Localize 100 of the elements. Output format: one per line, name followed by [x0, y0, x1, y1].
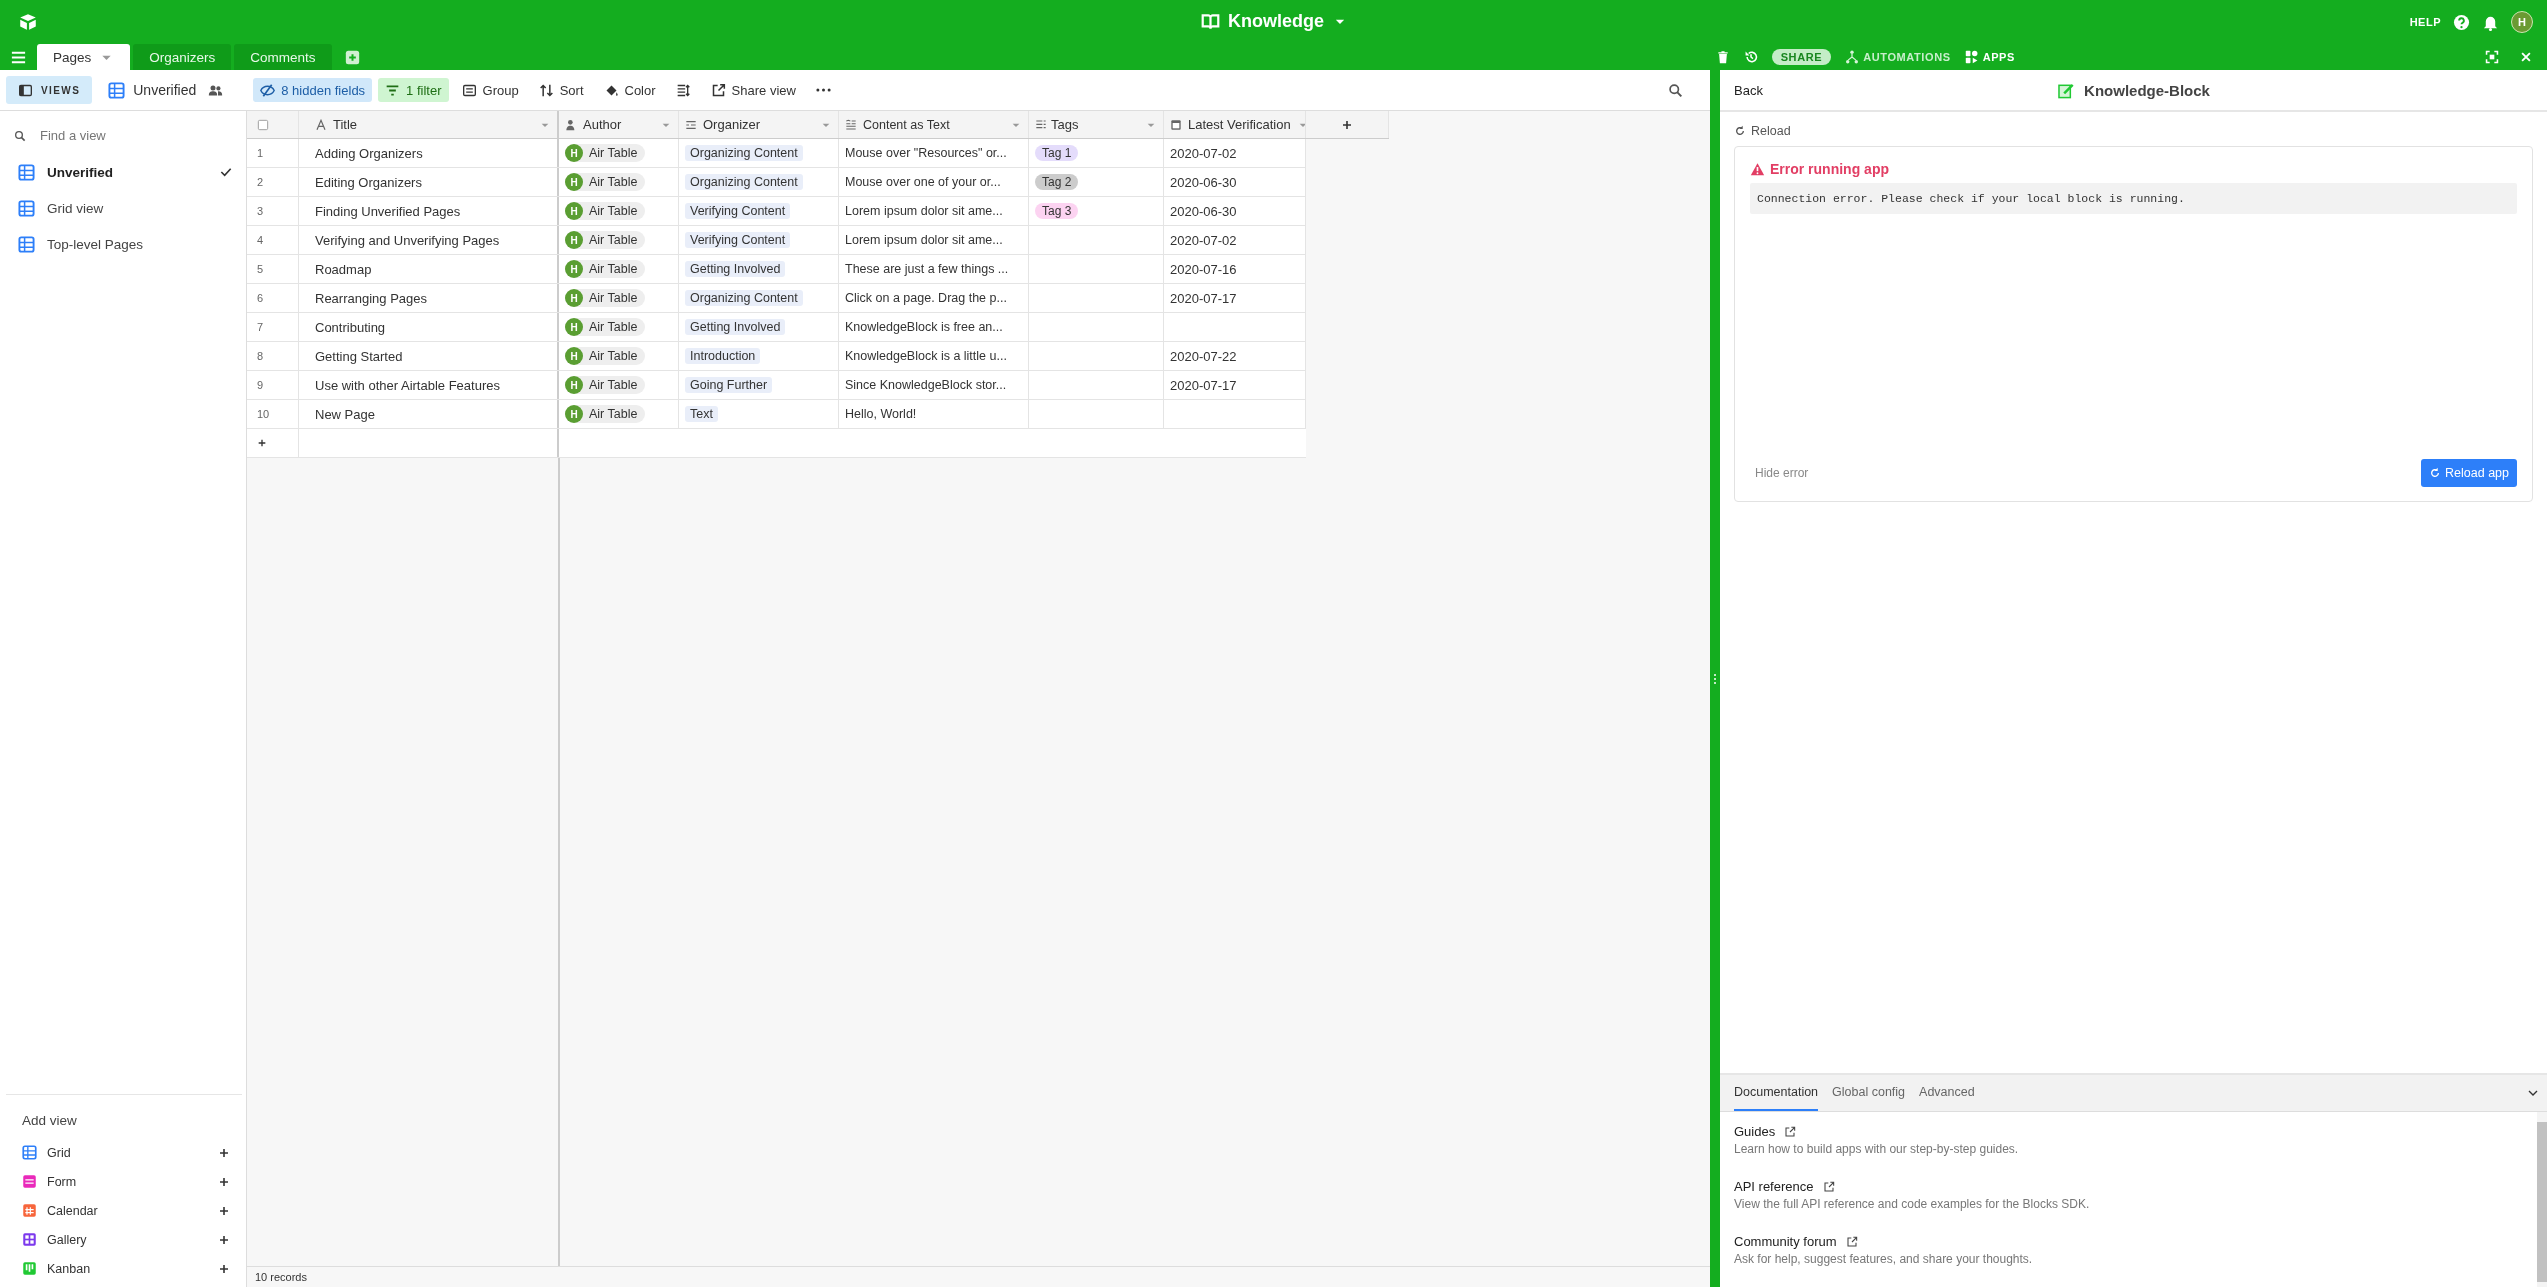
grid-icon: [18, 163, 35, 181]
external-link-icon: [1822, 1180, 1835, 1193]
table-cell: Click on a page. Drag the p...: [839, 284, 1029, 312]
help-icon: [2453, 13, 2470, 31]
hide-fields-button[interactable]: 8 hidden fields: [253, 78, 373, 102]
user-avatar: H: [565, 231, 583, 249]
table-cell: 2020-07-17: [1164, 371, 1306, 399]
user-chip: H Air Table: [565, 231, 646, 249]
table-cell: 2020-07-22: [1164, 342, 1306, 370]
add-view-item[interactable]: Grid: [6, 1138, 242, 1167]
column-header[interactable]: Latest Verification: [1164, 111, 1306, 138]
linked-record-chip: Verifying Content: [685, 203, 791, 219]
row-number: 4: [247, 226, 299, 254]
linked-record-chip: Getting Involved: [685, 261, 786, 277]
view-item[interactable]: Top-level Pages: [4, 226, 242, 262]
doc-link[interactable]: Guides: [1734, 1124, 1776, 1139]
panel-tab[interactable]: Advanced: [1919, 1075, 1975, 1111]
checkbox[interactable]: [257, 118, 269, 131]
reload-icon: [2429, 467, 2442, 479]
column-header[interactable]: Organizer: [679, 111, 839, 138]
table-cell: Since KnowledgeBlock stor...: [839, 371, 1029, 399]
check-icon: [220, 166, 232, 178]
close-icon: [2519, 50, 2533, 64]
add-view-item[interactable]: Kanban: [6, 1254, 242, 1283]
plus-icon: [344, 49, 360, 65]
person-icon: [565, 118, 577, 131]
share-view-button[interactable]: Share view: [703, 78, 803, 102]
user-chip: H Air Table: [565, 318, 646, 336]
user-avatar: H: [565, 260, 583, 278]
column-header[interactable]: Author: [559, 111, 679, 138]
linked-record-chip: Introduction: [685, 348, 761, 364]
grid-icon: [18, 199, 35, 217]
user-avatar: H: [565, 347, 583, 365]
user-chip: H Air Table: [565, 173, 646, 191]
table-tab[interactable]: Pages: [37, 44, 131, 70]
search-field[interactable]: Find a view: [38, 127, 212, 144]
column-header[interactable]: Content as Text: [839, 111, 1029, 138]
doc-link[interactable]: Community forum: [1734, 1234, 1837, 1249]
user-avatar: H: [565, 289, 583, 307]
back-button[interactable]: Back: [1734, 82, 1763, 98]
group-button[interactable]: Group: [454, 78, 526, 102]
add-view-item[interactable]: Calendar: [6, 1196, 242, 1225]
column-header[interactable]: Tags: [1029, 111, 1164, 138]
link-description: Learn how to build apps with our step-by-step guides.: [1734, 1142, 2020, 1156]
table-cell: Lorem ipsum dolor sit ame...: [839, 226, 1029, 254]
sort-button[interactable]: Sort: [531, 78, 591, 102]
doc-link[interactable]: API reference: [1734, 1179, 1814, 1194]
section-heading: Add view: [21, 1113, 78, 1130]
list-icon: [461, 82, 477, 98]
table-cell: 2020-07-02: [1164, 226, 1306, 254]
user-avatar: H: [565, 144, 583, 162]
scrollbar[interactable]: [2537, 1122, 2547, 1282]
row-number: 2: [247, 168, 299, 196]
list-icon: [685, 118, 697, 131]
filter-button[interactable]: 1 filter: [378, 78, 449, 102]
add-view-item[interactable]: Gallery: [6, 1225, 242, 1254]
user-chip: H Air Table: [565, 376, 646, 394]
tag-chip: Tag 1: [1035, 145, 1079, 161]
hide-error-link[interactable]: Hide error: [1755, 466, 1809, 480]
tag-chip: Tag 2: [1035, 174, 1079, 190]
views-button[interactable]: VIEWS: [6, 76, 93, 104]
share-button[interactable]: SHARE: [1771, 49, 1832, 65]
user-chip: H Air Table: [565, 260, 646, 278]
external-link-icon: [1784, 1125, 1797, 1138]
more-icon: [815, 88, 831, 92]
history-icon: [1743, 50, 1758, 64]
list-icon: [1035, 118, 1047, 131]
external-link-icon: [1845, 1235, 1858, 1248]
view-name-button[interactable]: Unverified: [98, 81, 203, 99]
plus-icon: [257, 438, 267, 448]
paragraph-icon: [845, 118, 857, 131]
sort-icon: [538, 82, 554, 98]
search-icon: [14, 129, 26, 142]
edit-icon: [2057, 81, 2075, 99]
grid-icon: [108, 81, 126, 99]
flow-icon: [1845, 50, 1860, 64]
add-view-item[interactable]: Form: [6, 1167, 242, 1196]
row-number: 5: [247, 255, 299, 283]
error-title: Error running app: [1770, 161, 1889, 177]
warning-icon: [1750, 161, 1765, 177]
record-count: 10 records: [254, 1271, 308, 1283]
table-cell: 2020-07-02: [1164, 139, 1306, 167]
row-height-icon: [675, 82, 691, 98]
user-chip: H Air Table: [565, 347, 646, 365]
panel-tab[interactable]: Documentation: [1734, 1075, 1819, 1111]
row-number: 3: [247, 197, 299, 225]
reload-button[interactable]: Reload: [1734, 124, 1791, 138]
view-item[interactable]: Grid view: [4, 190, 242, 226]
user-avatar: H: [565, 376, 583, 394]
linked-record-chip: Organizing Content: [685, 290, 803, 306]
filter-icon: [385, 82, 401, 98]
linked-record-chip: Organizing Content: [685, 145, 803, 161]
apps-icon: [1964, 50, 1979, 64]
view-item[interactable]: Unverified: [4, 154, 242, 190]
user-chip: H Air Table: [565, 289, 646, 307]
table-cell: Mouse over "Resources" or...: [839, 139, 1029, 167]
reload-app-button[interactable]: Reload app: [2421, 459, 2517, 487]
plus-icon: [218, 1233, 230, 1246]
color-button[interactable]: Color: [596, 78, 663, 102]
panel-tab[interactable]: Global config: [1832, 1075, 1906, 1111]
